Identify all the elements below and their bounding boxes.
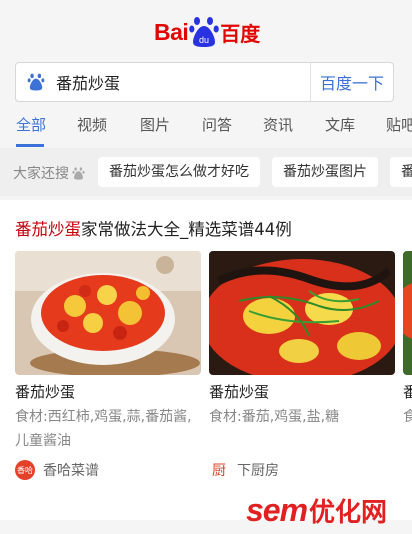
dish-image <box>403 251 412 375</box>
recipe-item[interactable]: 番茄炒蛋 食材:西红柿,鸡蛋,蒜,番茄酱,儿童酱油 香哈 香哈菜谱 <box>15 251 201 480</box>
recipe-source[interactable]: 厨 下厨房 <box>209 460 279 480</box>
baidu-paw-logo-icon: du <box>189 17 220 47</box>
recipe-photo <box>15 251 201 375</box>
tab-wenku[interactable]: 文库 <box>325 114 355 148</box>
result-title-highlight: 番茄炒蛋 <box>15 220 81 239</box>
dish-image <box>15 251 201 375</box>
tab-images[interactable]: 图片 <box>140 114 170 148</box>
related-chip[interactable]: 番茄炒蛋怎么做才好吃 <box>98 157 260 187</box>
source-name: 下厨房 <box>237 463 279 479</box>
recipe-item[interactable]: 番茄炒蛋 食材:番茄,鸡蛋,盐,糖 厨 下厨房 <box>209 251 395 479</box>
logo-text-bai: Bai <box>154 18 189 45</box>
recipe-photo <box>403 251 412 375</box>
search-tabs: 全部 视频 图片 问答 资讯 文库 贴吧 <box>0 114 412 148</box>
tab-all[interactable]: 全部 <box>16 114 46 148</box>
baidu-logo[interactable]: Bai du 百度 <box>154 14 260 50</box>
recipe-name: 番茄炒蛋 <box>15 383 76 401</box>
recipe-source[interactable]: 香哈 香哈菜谱 <box>15 460 99 480</box>
paw-icon <box>72 166 85 180</box>
related-chip[interactable]: 番茄 <box>390 157 412 187</box>
result-title[interactable]: 番茄炒蛋家常做法大全_精选菜谱44例 <box>15 216 292 240</box>
recipe-photo <box>209 251 395 375</box>
recipe-ingredients: 食材:西红柿,鸡蛋,蒜,番茄酱,儿童酱油 <box>15 409 192 449</box>
baidu-paw-icon <box>27 73 45 91</box>
search-box: 百度一下 <box>15 62 394 102</box>
related-searches: 大家还搜 番茄炒蛋怎么做才好吃 番茄炒蛋图片 番茄 <box>0 148 412 196</box>
result-title-rest: 家常做法大全_精选菜谱44例 <box>81 220 292 239</box>
tab-news[interactable]: 资讯 <box>263 114 293 148</box>
tab-qa[interactable]: 问答 <box>202 114 232 148</box>
search-button[interactable]: 百度一下 <box>310 63 393 101</box>
search-input[interactable] <box>56 63 316 101</box>
logo-text-du: du <box>199 35 209 45</box>
related-label: 大家还搜 <box>13 163 85 183</box>
recipe-item[interactable]: 番 食盐 <box>403 251 412 425</box>
watermark-sem: sem <box>246 491 308 528</box>
source-name: 香哈菜谱 <box>43 463 99 479</box>
tab-video[interactable]: 视频 <box>77 114 107 148</box>
dish-image <box>209 251 395 375</box>
recipe-name: 番茄炒蛋 <box>209 383 270 401</box>
header: Bai du 百度 百度一下 全部 视频 图片 问答 资讯 文库 贴吧 <box>0 0 412 148</box>
logo-text-cn: 百度 <box>220 21 261 46</box>
recipe-ingredients: 食材:番茄,鸡蛋,盐,糖 <box>209 409 340 425</box>
source-logo-icon: 香哈 <box>15 460 35 480</box>
related-label-text: 大家还搜 <box>13 166 69 182</box>
recipe-result-card: 番茄炒蛋家常做法大全_精选菜谱44例 番茄炒蛋 食材:西红柿,鸡蛋,蒜,番茄酱,… <box>0 200 412 520</box>
source-logo-icon: 厨 <box>212 463 226 479</box>
recipe-ingredients: 食盐 <box>403 409 412 425</box>
active-tab-indicator <box>16 144 44 147</box>
recipe-name: 番 <box>403 383 412 401</box>
tab-tieba[interactable]: 贴吧 <box>386 114 412 148</box>
watermark-logo: sem 优化网 <box>246 490 387 530</box>
watermark-cn: 优化网 <box>309 497 388 528</box>
related-chip[interactable]: 番茄炒蛋图片 <box>272 157 378 187</box>
